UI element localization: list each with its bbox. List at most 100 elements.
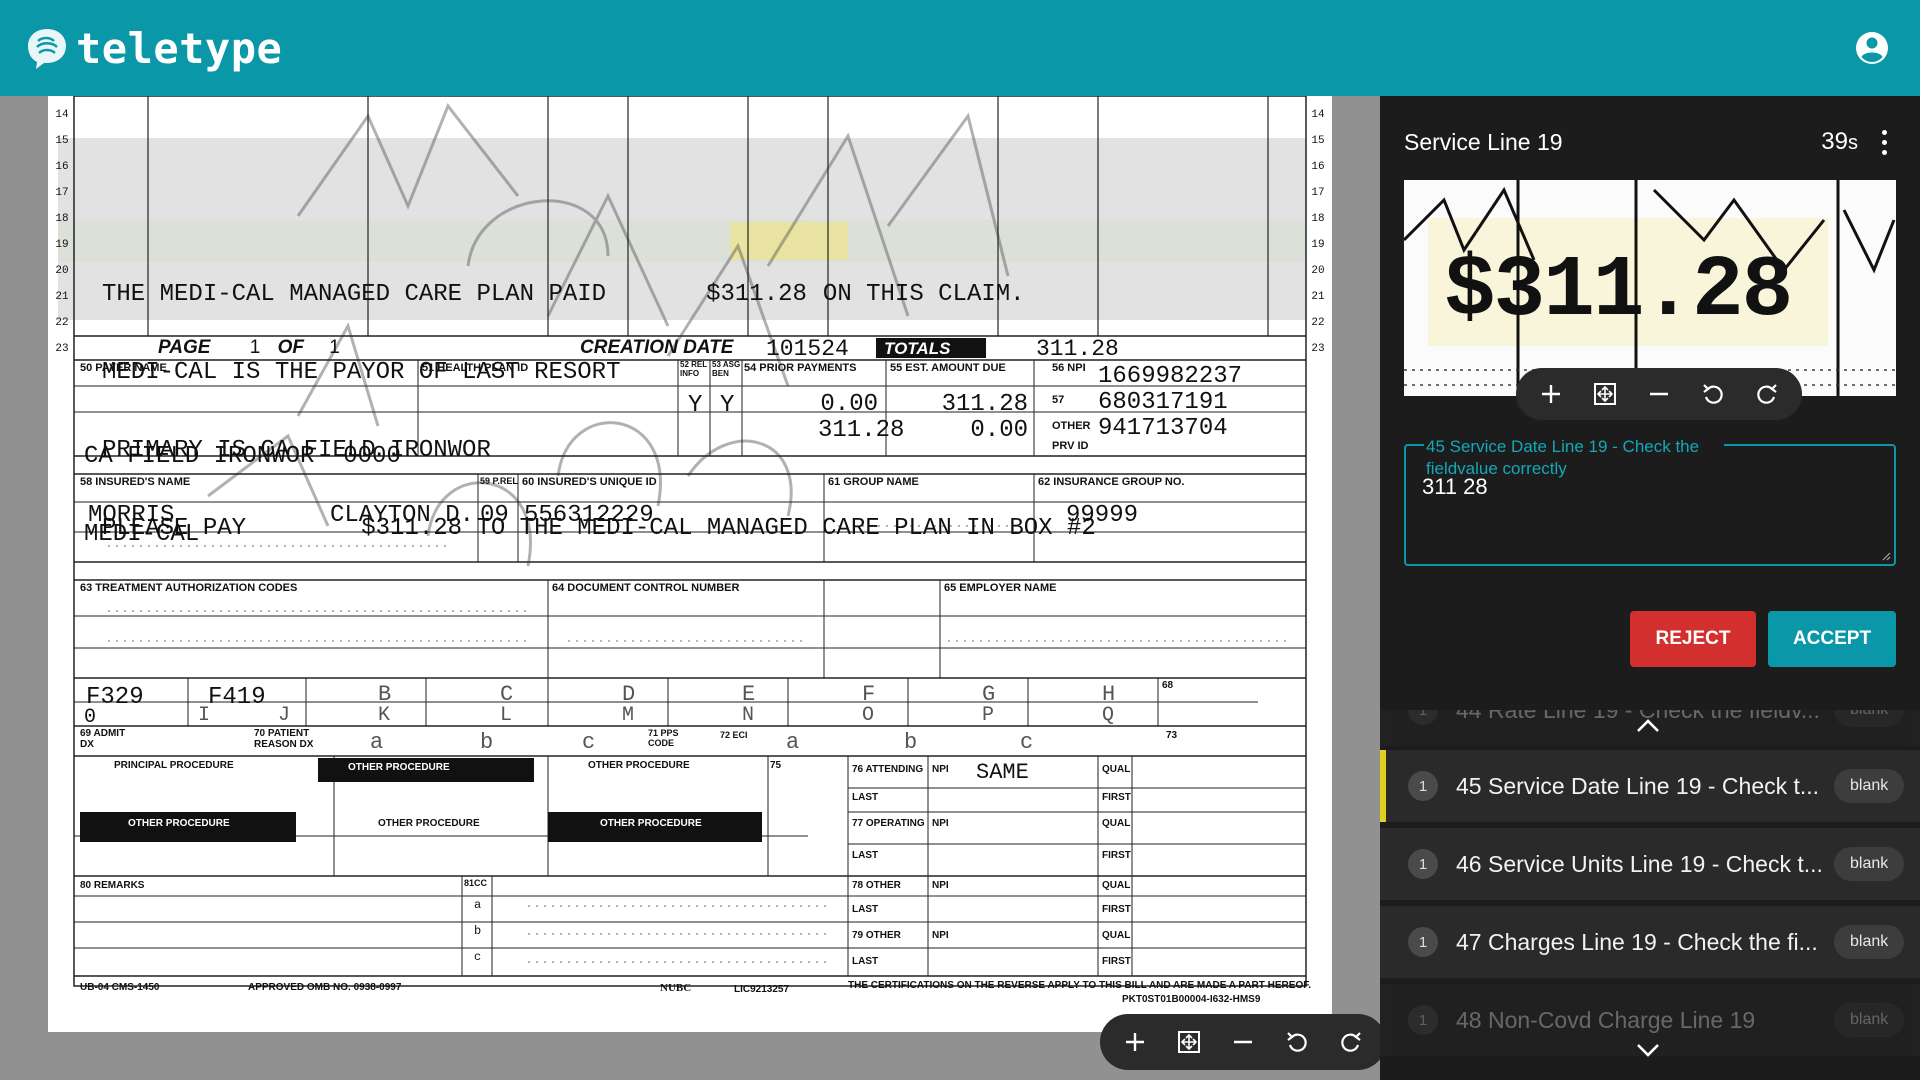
chevron-up-icon[interactable] <box>1632 716 1664 736</box>
other-procedure-label: OTHER PROCEDURE <box>588 760 690 771</box>
dx-code-b: F419 <box>208 684 266 711</box>
rotate-right-button[interactable] <box>1324 1018 1378 1066</box>
row-number: 22 <box>1311 317 1325 329</box>
dx-letter: N <box>742 704 755 727</box>
zoom-out-button[interactable] <box>1216 1018 1270 1066</box>
timer-unit: s <box>1848 132 1858 154</box>
rotate-right-icon <box>1341 1032 1361 1052</box>
fit-screen-button[interactable] <box>1578 370 1632 418</box>
count-badge: 1 <box>1408 1005 1438 1035</box>
account-circle-icon[interactable] <box>1848 24 1896 72</box>
eci-letter: c <box>1020 730 1034 755</box>
rotate-left-button[interactable] <box>1270 1018 1324 1066</box>
field-snippet-preview: $311.28 <box>1404 180 1896 396</box>
row-number: 17 <box>55 187 69 199</box>
principal-procedure-label: PRINCIPAL PROCEDURE <box>114 760 234 771</box>
cc-label: 81CC <box>464 878 488 888</box>
total-value: 311.28 <box>1036 336 1119 362</box>
document-viewer[interactable]: 14 15 16 17 18 19 20 21 22 23 14 15 16 1… <box>0 96 1380 1080</box>
est-amount-label: 55 EST. AMOUNT DUE <box>890 362 1006 374</box>
admit-dx-label: 69 ADMIT DX <box>80 728 126 750</box>
plus-icon <box>1542 385 1560 403</box>
list-item[interactable]: 1 46 Service Units Line 19 - Check t... … <box>1380 828 1920 900</box>
teletype-logo-icon <box>28 29 66 69</box>
rotate-left-button[interactable] <box>1686 370 1740 418</box>
pps-code-label: 71 PPS CODE <box>648 728 679 748</box>
rotate-right-button[interactable] <box>1740 370 1794 418</box>
p-rel-label: 59 P.REL <box>480 476 518 486</box>
remarks-line-text: THE MEDI-CAL MANAGED CARE PLAN PAID <box>102 281 607 308</box>
other-78-label: 78 OTHER <box>852 880 901 891</box>
minus-icon <box>1234 1040 1252 1044</box>
zoom-in-button[interactable] <box>1108 1018 1162 1066</box>
rotate-left-icon <box>1703 384 1723 404</box>
prior-payments-label: 54 PRIOR PAYMENTS <box>744 362 857 374</box>
cc-letter: c <box>474 950 482 964</box>
list-item[interactable]: 1 45 Service Date Line 19 - Check t... b… <box>1380 750 1920 822</box>
claim-form-page: 14 15 16 17 18 19 20 21 22 23 14 15 16 1… <box>48 96 1332 1032</box>
est-due-2: 0.00 <box>970 417 1028 444</box>
count-badge: 1 <box>1408 771 1438 801</box>
treatment-auth-label: 63 TREATMENT AUTHORIZATION CODES <box>80 582 298 594</box>
row-number: 14 <box>1311 109 1325 121</box>
field-value-input[interactable]: 311 28 <box>1422 474 1878 558</box>
status-chip: blank <box>1834 710 1905 727</box>
npi-label: 56 NPI <box>1052 362 1086 374</box>
npi-small-label: NPI <box>932 930 949 941</box>
reject-button[interactable]: REJECT <box>1630 611 1756 667</box>
box-68-label: 68 <box>1162 680 1174 691</box>
insured-first-name: CLAYTON D. <box>330 502 475 529</box>
insured-last-name: MORRIS <box>88 502 175 529</box>
dx-letter: I <box>198 704 211 727</box>
qual-label: QUAL <box>1102 880 1131 891</box>
reason-letter: b <box>480 730 494 755</box>
more-vert-icon[interactable] <box>1872 127 1896 157</box>
fit-screen-icon <box>1594 383 1616 405</box>
row-number: 22 <box>55 317 69 329</box>
zoom-out-button[interactable] <box>1632 370 1686 418</box>
row-number: 19 <box>55 239 69 251</box>
document-toolbar <box>1100 1014 1380 1070</box>
status-chip: blank <box>1834 847 1905 881</box>
rel-info-value: Y <box>688 392 703 419</box>
reason-letter: c <box>582 730 596 755</box>
other-procedure-label: OTHER PROCEDURE <box>348 762 450 773</box>
accept-button[interactable]: ACCEPT <box>1768 611 1896 667</box>
dx-letter: J <box>278 704 291 727</box>
panel-header: Service Line 19 39s <box>1404 124 1896 160</box>
npi-small-label: NPI <box>932 764 949 775</box>
npi-values: 1669982237 680317191 941713704 <box>1098 364 1242 442</box>
list-item[interactable]: 1 47 Charges Line 19 - Check the fi... b… <box>1380 906 1920 978</box>
asg-ben-value: Y <box>720 392 735 419</box>
row-number: 21 <box>1311 291 1325 303</box>
fit-screen-button[interactable] <box>1162 1018 1216 1066</box>
npi-small-label: NPI <box>932 818 949 829</box>
document-code: PKT0ST01B00004-I632-HMS9 <box>1122 994 1261 1005</box>
insurance-group-number: 99999 <box>1066 502 1139 529</box>
prior-payments-values: 0.00 311.28 <box>818 392 905 444</box>
qual-label: QUAL <box>1102 818 1131 829</box>
payer-values: CA FIELD IRONWOR 0000 MEDI-CAL <box>84 392 401 600</box>
patient-relationship: 09 <box>480 502 509 529</box>
chevron-down-icon[interactable] <box>1632 1040 1664 1060</box>
count-badge: 1 <box>1408 927 1438 957</box>
qual-label: QUAL <box>1102 930 1131 941</box>
other-procedure-label: OTHER PROCEDURE <box>378 818 480 829</box>
last-label: LAST <box>852 792 879 803</box>
status-chip: blank <box>1834 1003 1905 1037</box>
status-chip: blank <box>1834 769 1905 803</box>
creation-date-label: CREATION DATE <box>580 337 734 358</box>
brand[interactable]: teletype <box>24 24 282 73</box>
list-item-label: 47 Charges Line 19 - Check the fi... <box>1456 928 1818 955</box>
remarks-label: 80 REMARKS <box>80 880 145 891</box>
license-number: LIC9213257 <box>734 984 790 995</box>
snippet-text: $311.28 <box>1444 242 1793 340</box>
est-due-values: 311.28 0.00 <box>928 392 1028 444</box>
insured-unique-id: 556312229 <box>524 502 654 529</box>
row-number: 17 <box>1311 187 1325 199</box>
dx-letter: M <box>622 704 635 727</box>
zoom-in-button[interactable] <box>1524 370 1578 418</box>
resize-grip-icon[interactable] <box>1881 551 1891 561</box>
row-number: 15 <box>1311 135 1325 147</box>
prior-payment-2: 311.28 <box>818 417 905 444</box>
